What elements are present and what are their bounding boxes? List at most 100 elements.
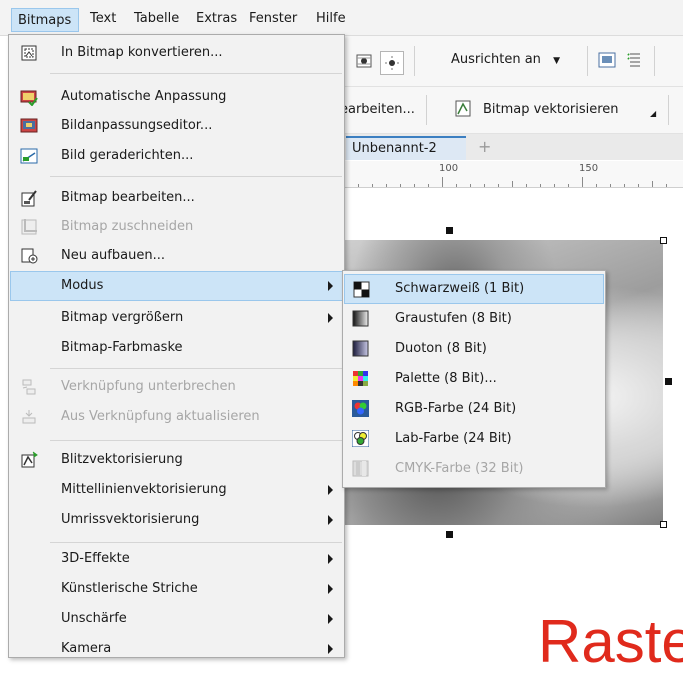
menu-item-straighten-image[interactable]: Bild geraderichten...: [10, 141, 343, 171]
break-link-icon: [20, 378, 38, 396]
view-icon[interactable]: [355, 52, 373, 70]
list-settings-icon[interactable]: [626, 51, 644, 69]
menu-item-label: Künstlerische Striche: [61, 581, 198, 596]
submenu-item-grayscale[interactable]: Graustufen (8 Bit): [344, 304, 604, 334]
rgb-icon: [352, 400, 369, 417]
ruler-tick: [568, 184, 569, 187]
submenu-item-label: Palette (8 Bit)...: [395, 371, 497, 386]
submenu-item-label: Lab-Farbe (24 Bit): [395, 431, 512, 446]
menu-item-label: Kamera: [61, 641, 112, 656]
property-toolbar: Ausrichten an ▼: [340, 36, 683, 87]
menu-item-crop-bitmap[interactable]: Bitmap zuschneiden: [10, 212, 343, 242]
menu-item-label: Bitmap bearbeiten...: [61, 190, 195, 205]
menu-item-camera[interactable]: Kamera: [10, 634, 343, 664]
straighten-image-icon: [20, 147, 38, 165]
trace-bitmap-icon: [455, 100, 473, 118]
menu-item-outline-trace[interactable]: Umrissvektorisierung: [10, 505, 343, 535]
menu-separator: [50, 440, 342, 441]
ruler-label: 100: [439, 163, 459, 174]
ruler-tick: [666, 184, 667, 187]
menu-text[interactable]: Text: [90, 9, 116, 29]
menu-item-bitmap-color-mask[interactable]: Bitmap-Farbmaske: [10, 333, 343, 363]
submenu-item-palette[interactable]: Palette (8 Bit)...: [344, 364, 604, 394]
crop-bitmap-icon: [20, 218, 38, 236]
selection-handle[interactable]: [660, 237, 667, 244]
menu-separator: [50, 368, 342, 369]
selection-handle[interactable]: [446, 227, 453, 234]
menu-table[interactable]: Tabelle: [134, 9, 179, 29]
menu-item-quick-trace[interactable]: Blitzvektorisierung: [10, 445, 343, 475]
menu-bitmaps[interactable]: Bitmaps: [11, 8, 79, 32]
menu-extras[interactable]: Extras: [196, 9, 237, 29]
menu-item-label: Bild geraderichten...: [61, 148, 194, 163]
ruler-label: 150: [579, 163, 599, 174]
menu-item-label: Mittellinienvektorisierung: [61, 482, 227, 497]
canvas-text-object[interactable]: Raste: [538, 612, 683, 672]
menu-item-image-adjustment-lab[interactable]: Bildanpassungseditor...: [10, 111, 343, 141]
ruler-tick: [400, 184, 401, 187]
image-adjust-lab-icon: [20, 117, 38, 135]
menu-item-mode[interactable]: Modus: [10, 271, 343, 301]
small-chevron-icon[interactable]: ◢: [650, 109, 656, 118]
ruler-tick: [624, 184, 625, 187]
black-white-icon: [353, 281, 370, 298]
horizontal-ruler: 100 150: [340, 161, 683, 188]
ruler-tick: [484, 184, 485, 187]
auto-adjust-icon: [20, 88, 38, 107]
menu-item-enlarge-bitmap[interactable]: Bitmap vergrößern: [10, 303, 343, 333]
menu-item-auto-adjust[interactable]: Automatische Anpassung: [10, 82, 343, 112]
menu-separator: [50, 542, 342, 543]
ruler-tick: [498, 184, 499, 187]
menu-item-label: Verknüpfung unterbrechen: [61, 379, 236, 394]
menu-item-centerline-trace[interactable]: Mittellinienvektorisierung: [10, 475, 343, 505]
mode-submenu: Schwarzweiß (1 Bit) Graustufen (8 Bit) D…: [342, 270, 606, 488]
selection-handle[interactable]: [665, 378, 672, 385]
add-tab-icon[interactable]: +: [478, 137, 491, 156]
menu-item-resample[interactable]: Neu aufbauen...: [10, 241, 343, 271]
menu-window[interactable]: Fenster: [249, 9, 297, 29]
submenu-arrow-icon: [328, 515, 333, 525]
menu-item-blur[interactable]: Unschärfe: [10, 604, 343, 634]
selection-handle[interactable]: [660, 521, 667, 528]
submenu-arrow-icon: [328, 614, 333, 624]
selection-handle[interactable]: [446, 531, 453, 538]
menu-item-label: Modus: [61, 278, 104, 293]
submenu-item-cmyk[interactable]: CMYK-Farbe (32 Bit): [344, 454, 604, 484]
toolbar-separator: [426, 95, 427, 125]
ruler-tick: [512, 181, 513, 187]
ruler-tick: [554, 184, 555, 187]
toolbar-separator: [654, 46, 655, 76]
trace-bitmap-button[interactable]: Bitmap vektorisieren: [483, 102, 619, 117]
edit-bitmap-icon: [20, 189, 38, 207]
submenu-item-label: Duoton (8 Bit): [395, 341, 487, 356]
submenu-item-rgb[interactable]: RGB-Farbe (24 Bit): [344, 394, 604, 424]
menu-item-convert-to-bitmap[interactable]: In Bitmap konvertieren...: [10, 38, 343, 68]
menu-item-3d-effects[interactable]: 3D-Effekte: [10, 544, 343, 574]
menu-item-label: Aus Verknüpfung aktualisieren: [61, 409, 260, 424]
edit-bitmap-button[interactable]: earbeiten...: [340, 102, 415, 117]
submenu-item-label: RGB-Farbe (24 Bit): [395, 401, 517, 416]
frame-icon[interactable]: [598, 51, 616, 69]
menu-help[interactable]: Hilfe: [316, 9, 346, 29]
toolbar-separator: [414, 46, 415, 76]
ruler-tick: [442, 177, 443, 187]
menu-item-update-from-link[interactable]: Aus Verknüpfung aktualisieren: [10, 402, 343, 432]
ruler-tick: [358, 184, 359, 187]
ruler-tick: [526, 184, 527, 187]
menu-item-label: Bitmap zuschneiden: [61, 219, 194, 234]
menu-item-label: Unschärfe: [61, 611, 127, 626]
menu-item-art-strokes[interactable]: Künstlerische Striche: [10, 574, 343, 604]
menu-item-edit-bitmap[interactable]: Bitmap bearbeiten...: [10, 183, 343, 213]
ruler-tick: [596, 184, 597, 187]
toolbar-separator: [668, 95, 669, 125]
menu-item-break-link[interactable]: Verknüpfung unterbrechen: [10, 372, 343, 402]
submenu-item-duotone[interactable]: Duoton (8 Bit): [344, 334, 604, 364]
menu-item-label: Bitmap vergrößern: [61, 310, 184, 325]
snap-icon[interactable]: [380, 51, 404, 75]
submenu-item-black-white[interactable]: Schwarzweiß (1 Bit): [344, 274, 604, 304]
update-link-icon: [20, 408, 38, 426]
submenu-item-lab[interactable]: Lab-Farbe (24 Bit): [344, 424, 604, 454]
document-tab[interactable]: Unbenannt-2: [346, 136, 466, 160]
align-to-dropdown[interactable]: Ausrichten an ▼: [451, 52, 560, 67]
duotone-icon: [352, 340, 369, 357]
